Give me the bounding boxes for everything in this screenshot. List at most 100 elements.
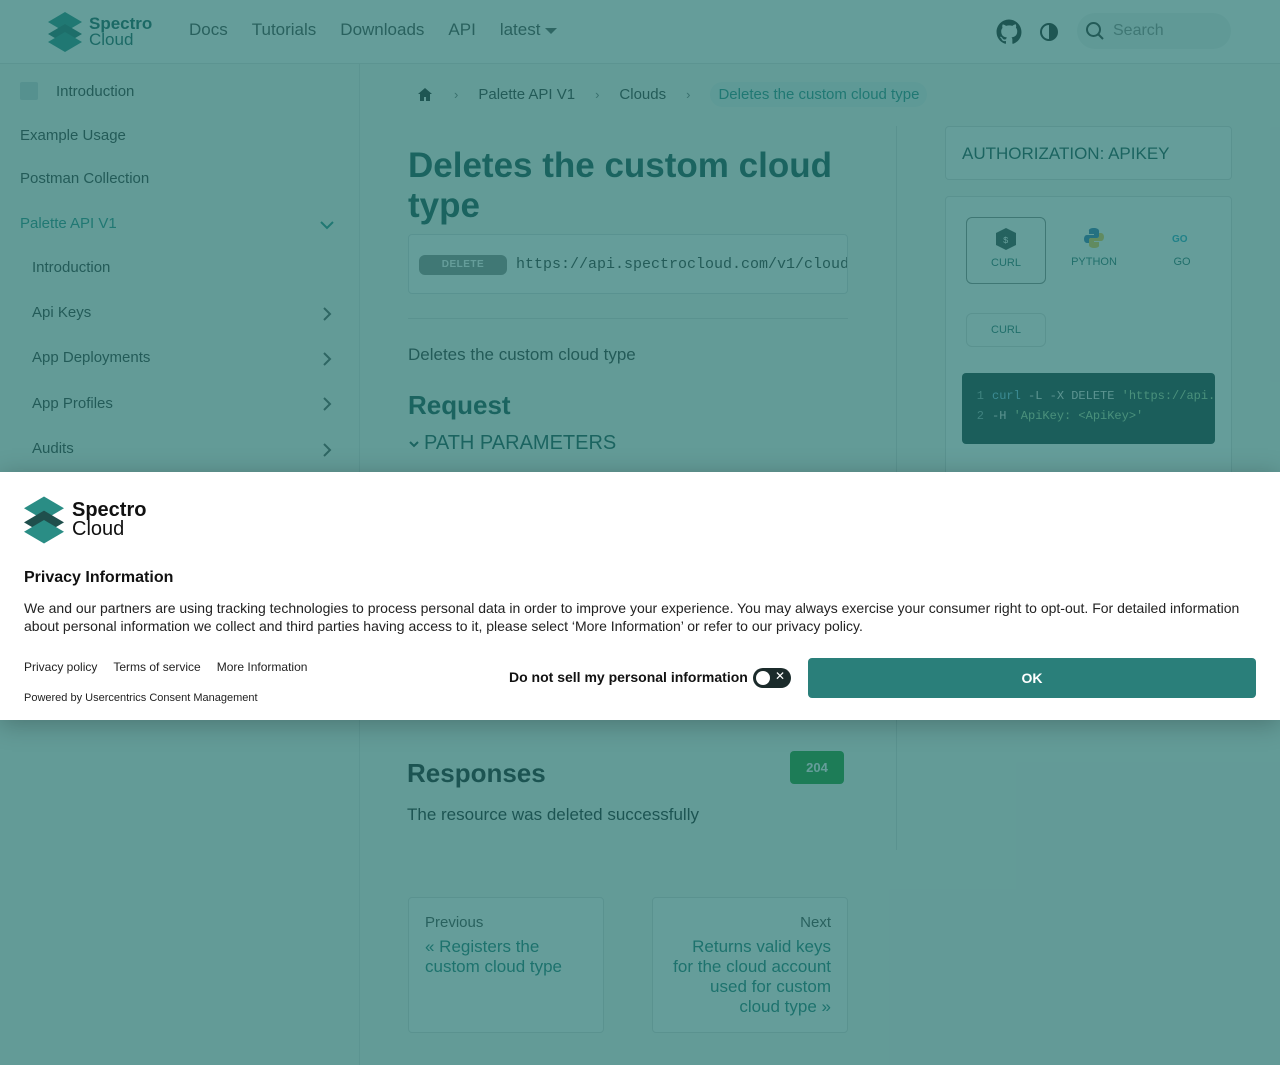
code-string: 'https://api.spectrocloud.com/v1/clouds/… xyxy=(1121,389,1215,403)
breadcrumb-palette-api[interactable]: Palette API V1 xyxy=(478,86,575,103)
python-icon xyxy=(1084,228,1104,248)
tab-go[interactable]: GO GO xyxy=(1142,217,1222,284)
version-dropdown[interactable]: latest xyxy=(500,20,558,40)
spectro-logo-icon xyxy=(24,496,64,544)
brand-logo[interactable]: Spectro Cloud xyxy=(48,12,152,52)
pager-previous[interactable]: Previous « Registers the custom cloud ty… xyxy=(408,897,604,1033)
sidebar-item-label: Introduction xyxy=(56,82,135,100)
consent-body: We and our partners are using tracking t… xyxy=(24,600,1240,634)
version-label: latest xyxy=(499,20,541,39)
chevron-down-icon[interactable] xyxy=(318,216,336,234)
breadcrumb-separator: › xyxy=(454,87,459,102)
ok-button[interactable]: OK xyxy=(808,658,1256,698)
sidebar-item-postman-collection[interactable]: Postman Collection xyxy=(20,170,149,187)
sidebar-item-api-keys[interactable]: Api Keys xyxy=(32,304,91,321)
theme-toggle-icon[interactable] xyxy=(1039,22,1059,42)
authorization-label: AUTHORIZATION: APIKEY xyxy=(962,144,1170,163)
search-placeholder: Search xyxy=(1113,22,1164,39)
consent-brand-text: Spectro Cloud xyxy=(72,500,146,540)
line-number: 2 xyxy=(976,409,984,423)
sidebar-item-app-deployments[interactable]: App Deployments xyxy=(32,349,150,366)
more-information-link[interactable]: More Information xyxy=(217,660,308,674)
consent-links: Privacy policy Terms of service More Inf… xyxy=(24,660,307,674)
response-description: The resource was deleted successfully xyxy=(407,805,699,824)
path-parameters-toggle[interactable]: PATH PARAMETERS xyxy=(408,432,616,455)
chevron-right-icon[interactable] xyxy=(318,305,336,323)
code-line: 1 curl -L -X DELETE 'https://api.spectroc… xyxy=(962,389,1215,409)
chevron-right-icon[interactable] xyxy=(318,441,336,459)
introduction-icon xyxy=(20,82,38,100)
code-line: 2 -H 'ApiKey: <ApiKey>' xyxy=(962,409,1215,429)
sidebar-item-label: App Profiles xyxy=(32,395,113,412)
endpoint-description: Deletes the custom cloud type xyxy=(408,345,636,364)
chevron-right-icon[interactable] xyxy=(318,395,336,413)
svg-text:GO: GO xyxy=(1172,234,1188,245)
search-icon xyxy=(1086,22,1104,40)
subtab-curl[interactable]: CURL xyxy=(966,313,1046,347)
curl-icon: $ xyxy=(996,228,1016,250)
github-icon[interactable] xyxy=(996,19,1022,45)
breadcrumb-separator: › xyxy=(686,87,691,102)
breadcrumb-clouds[interactable]: Clouds xyxy=(619,86,666,103)
do-not-sell-label: Do not sell my personal information xyxy=(509,669,748,685)
sidebar-item-label: Example Usage xyxy=(20,127,126,144)
status-badge[interactable]: 204 xyxy=(790,751,844,784)
nav-link-tutorials[interactable]: Tutorials xyxy=(252,20,317,40)
consent-powered-by[interactable]: Powered by Usercentrics Consent Manageme… xyxy=(24,692,258,704)
pager-next[interactable]: Next Returns valid keys for the cloud ac… xyxy=(652,897,848,1033)
privacy-policy-link[interactable]: Privacy policy xyxy=(24,660,97,674)
sidebar-item-audits[interactable]: Audits xyxy=(32,440,74,457)
nav-links: Docs Tutorials Downloads API latest xyxy=(189,20,558,40)
do-not-sell-toggle[interactable]: ✕ xyxy=(753,668,791,688)
endpoint-url: https://api.spectrocloud.com/v1/clouds/c… xyxy=(516,256,848,273)
code-string: 'ApiKey: <ApiKey>' xyxy=(1013,409,1144,423)
toggle-knob xyxy=(756,671,770,685)
nav-link-docs[interactable]: Docs xyxy=(189,20,228,40)
caret-down-icon xyxy=(545,27,558,34)
endpoint-box: DELETE https://api.spectrocloud.com/v1/c… xyxy=(408,234,848,294)
close-icon: ✕ xyxy=(775,669,786,683)
pager-previous-label: Previous xyxy=(425,914,484,931)
code-args: -H xyxy=(992,409,1014,423)
code-args: -L -X DELETE xyxy=(1020,389,1122,403)
sidebar-item-app-profiles[interactable]: App Profiles xyxy=(32,395,113,412)
tab-label: CURL xyxy=(991,257,1021,269)
sidebar-item-label: Postman Collection xyxy=(20,170,150,187)
consent-brand-line2: Cloud xyxy=(72,518,125,540)
sidebar-item-label: Palette API V1 xyxy=(20,215,117,232)
pager-previous-link: « Registers the custom cloud type xyxy=(425,937,563,976)
line-number: 1 xyxy=(976,389,984,403)
tab-label: GO xyxy=(1173,256,1191,268)
nav-link-downloads[interactable]: Downloads xyxy=(340,20,424,40)
home-icon[interactable] xyxy=(416,86,434,104)
sidebar-item-palette-api-v1[interactable]: Palette API V1 xyxy=(20,215,117,232)
svg-text:$: $ xyxy=(1003,236,1009,246)
consent-logo: Spectro Cloud xyxy=(24,496,146,544)
authorization-box[interactable]: AUTHORIZATION: APIKEY xyxy=(945,126,1232,180)
chevron-down-icon xyxy=(409,440,419,447)
sidebar-item-example-usage[interactable]: Example Usage xyxy=(20,127,126,144)
top-navbar: Spectro Cloud Docs Tutorials Downloads A… xyxy=(0,0,1280,64)
path-parameters-heading: PATH PARAMETERS xyxy=(424,432,617,454)
tab-python[interactable]: PYTHON xyxy=(1054,217,1134,284)
terms-of-service-link[interactable]: Terms of service xyxy=(113,660,200,674)
tab-label: PYTHON xyxy=(1071,256,1117,268)
code-block: 1 curl -L -X DELETE 'https://api.spectroc… xyxy=(962,373,1215,444)
consent-title: Privacy Information xyxy=(24,569,174,586)
nav-link-api[interactable]: API xyxy=(448,20,475,40)
consent-banner: Spectro Cloud Privacy Information We and… xyxy=(0,472,1280,720)
code-sample-panel: $ CURL PYTHON GO GO CURL 1 curl -L -X DEL… xyxy=(945,196,1232,496)
tab-curl[interactable]: $ CURL xyxy=(966,217,1046,284)
chevron-right-icon[interactable] xyxy=(318,350,336,368)
sidebar-item-introduction[interactable]: Introduction xyxy=(20,82,134,100)
sidebar-item-label: App Deployments xyxy=(32,349,151,366)
brand-line2: Cloud xyxy=(89,30,134,49)
search-box[interactable]: Search xyxy=(1077,13,1231,49)
go-icon: GO xyxy=(1172,234,1188,245)
spectro-logo-icon xyxy=(48,12,82,52)
pager-next-label: Next xyxy=(800,914,831,931)
sidebar-item-introduction-sub[interactable]: Introduction xyxy=(32,259,110,276)
breadcrumb-separator: › xyxy=(595,87,600,102)
sidebar-item-label: Introduction xyxy=(32,259,111,276)
brand-text: Spectro Cloud xyxy=(89,15,152,49)
